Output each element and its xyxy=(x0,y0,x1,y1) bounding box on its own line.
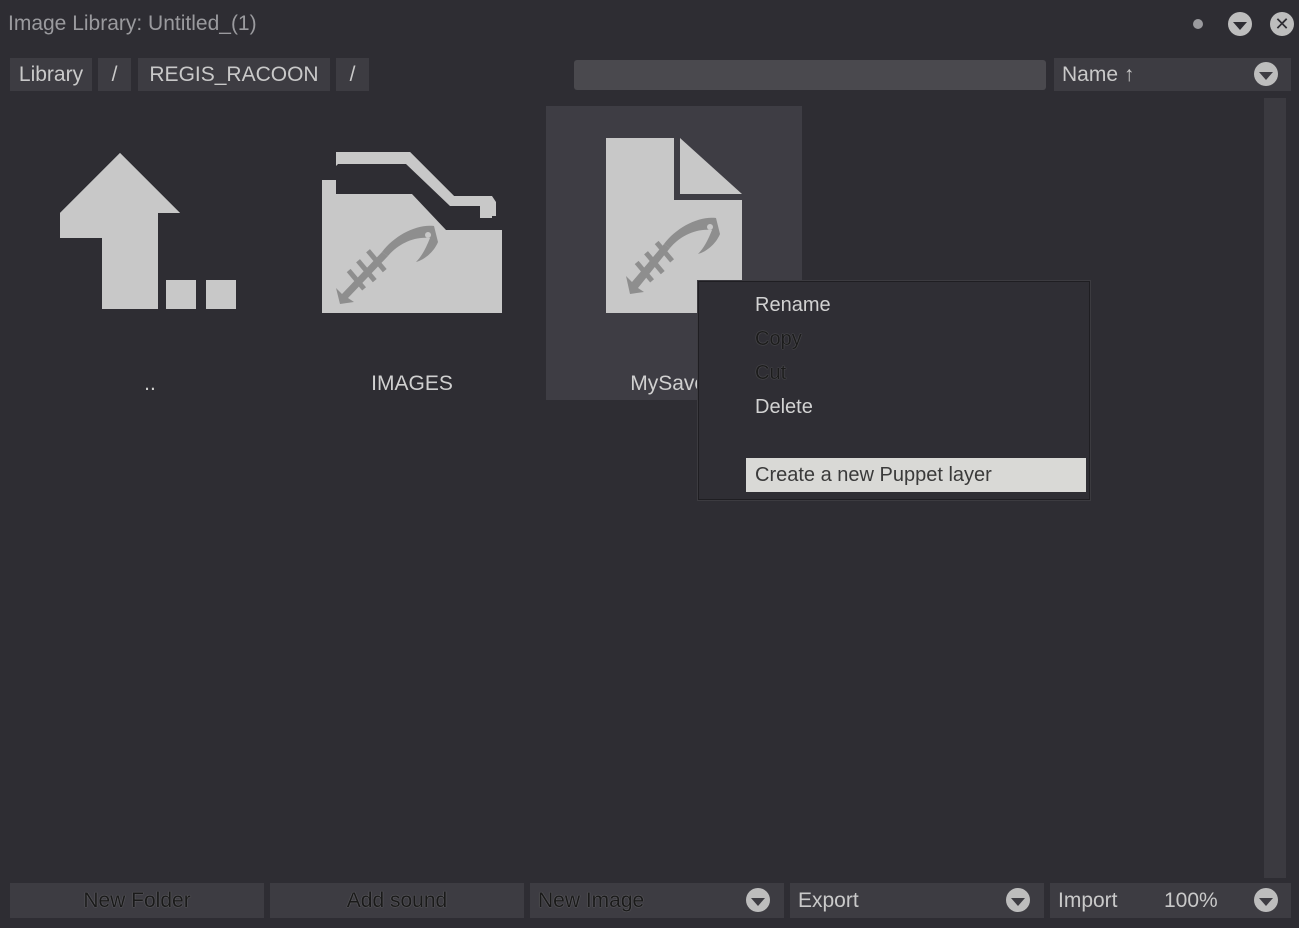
item-label: IMAGES xyxy=(371,372,453,395)
breadcrumb-separator[interactable]: / xyxy=(98,58,131,91)
breadcrumb-library[interactable]: Library xyxy=(10,58,92,91)
window-title: Image Library: Untitled_(1) xyxy=(8,12,257,35)
chevron-down-icon xyxy=(1006,888,1030,912)
close-button[interactable]: ✕ xyxy=(1270,12,1294,36)
collapse-button[interactable] xyxy=(1228,12,1252,36)
menu-item-create-puppet-layer[interactable]: Create a new Puppet layer xyxy=(746,458,1086,492)
chevron-down-icon xyxy=(1254,62,1278,86)
context-menu: Rename Copy Cut Delete Create a new Pupp… xyxy=(698,281,1090,500)
chevron-down-icon xyxy=(1254,888,1278,912)
item-label: .. xyxy=(144,372,156,395)
zoom-level: 100% xyxy=(1164,889,1218,912)
import-dropdown[interactable]: Import 100% xyxy=(1050,883,1291,918)
breadcrumb-regis-racoon[interactable]: REGIS_RACOON xyxy=(138,58,330,91)
menu-item-rename[interactable]: Rename xyxy=(755,294,831,317)
close-icon: ✕ xyxy=(1274,13,1290,34)
parent-folder-icon xyxy=(60,153,236,309)
new-image-dropdown[interactable]: New Image xyxy=(530,883,784,918)
new-folder-button[interactable]: New Folder xyxy=(10,883,264,918)
menu-item-cut[interactable]: Cut xyxy=(755,362,786,385)
library-item-parent[interactable]: .. xyxy=(22,106,278,400)
breadcrumb-separator[interactable]: / xyxy=(336,58,369,91)
title-bar: Image Library: Untitled_(1) ✕ xyxy=(0,0,1299,50)
add-sound-button[interactable]: Add sound xyxy=(270,883,524,918)
sort-label: Name ↑ xyxy=(1062,63,1135,86)
chevron-down-icon xyxy=(746,888,770,912)
menu-item-delete[interactable]: Delete xyxy=(755,396,813,419)
menu-item-copy[interactable]: Copy xyxy=(755,328,802,351)
chevron-down-icon xyxy=(1233,21,1247,30)
modified-indicator-icon xyxy=(1193,19,1203,29)
folder-icon xyxy=(322,152,502,313)
vertical-scrollbar[interactable] xyxy=(1264,98,1286,878)
sort-dropdown[interactable]: Name ↑ xyxy=(1054,58,1291,91)
export-dropdown[interactable]: Export xyxy=(790,883,1044,918)
search-input[interactable] xyxy=(574,60,1046,90)
library-item-images[interactable]: IMAGES xyxy=(284,106,540,400)
